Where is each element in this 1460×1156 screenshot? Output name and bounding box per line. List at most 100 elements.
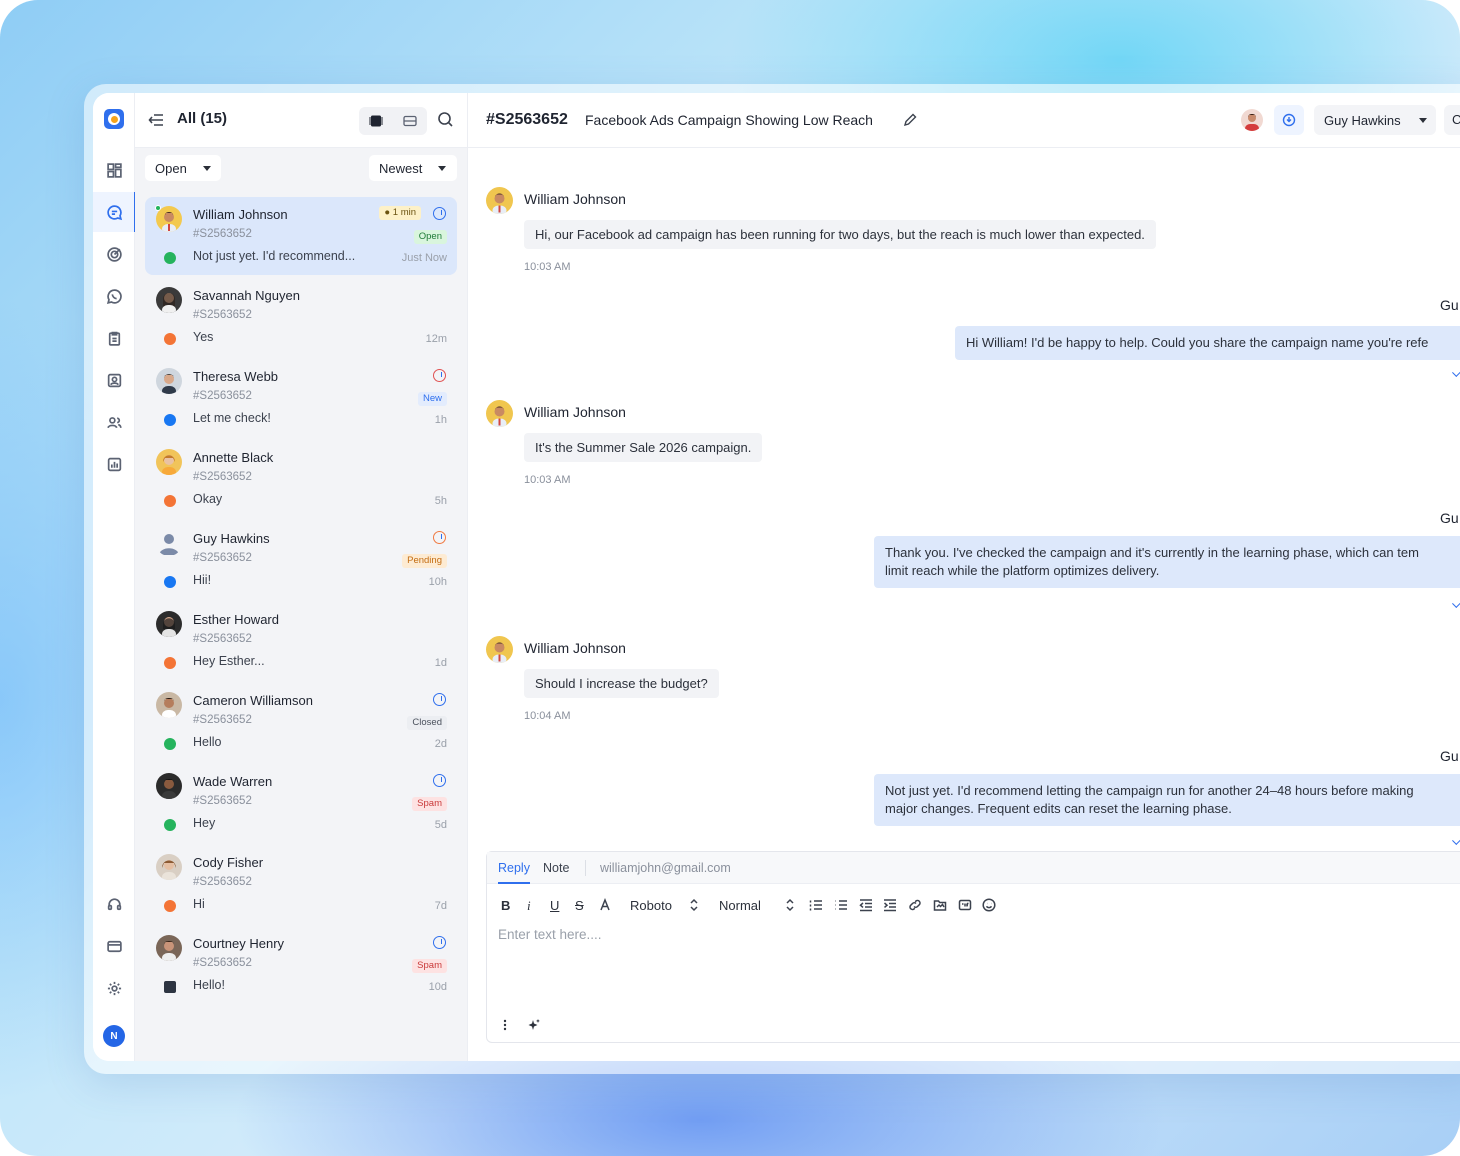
attachment-folder-icon[interactable]	[933, 898, 947, 915]
ticket-id: #S2563652	[193, 876, 252, 888]
contact-name: Guy Hawkins	[193, 531, 270, 546]
font-size-chevron-icon[interactable]	[783, 898, 797, 915]
message-input[interactable]: Enter text here....	[498, 927, 602, 942]
settings-gear-icon[interactable]	[93, 968, 135, 1008]
team-icon[interactable]	[93, 402, 135, 442]
text-color-icon[interactable]	[598, 897, 612, 915]
whatsapp-icon[interactable]	[93, 276, 135, 316]
conversation-item[interactable]: Savannah Nguyen #S2563652 Yes 12m	[145, 278, 457, 356]
ticket-id: #S2563652	[193, 471, 252, 483]
search-icon[interactable]	[437, 111, 454, 128]
card-view-icon[interactable]	[359, 107, 393, 135]
outdent-icon[interactable]	[859, 898, 873, 915]
font-family-select[interactable]: Roboto	[630, 898, 672, 913]
nav-rail: N	[93, 93, 136, 1061]
priority-icon[interactable]	[433, 531, 446, 544]
ticket-id: #S2563652	[193, 714, 252, 726]
conversation-item[interactable]: Courtney Henry #S2563652 Spam Hello! 10d	[145, 926, 457, 1004]
billing-card-icon[interactable]	[93, 926, 135, 966]
bullet-list-icon[interactable]	[834, 898, 848, 915]
assign-icon[interactable]	[433, 693, 446, 706]
sort-dropdown[interactable]: Newest	[369, 155, 457, 181]
clipboard-icon[interactable]	[93, 318, 135, 358]
assign-icon[interactable]	[433, 936, 446, 949]
link-icon[interactable]	[908, 898, 922, 915]
avatar	[156, 287, 182, 313]
contact-card-icon[interactable]	[93, 360, 135, 400]
support-headset-icon[interactable]	[93, 884, 135, 924]
gif-icon[interactable]	[958, 898, 972, 915]
conversation-item[interactable]: Annette Black #S2563652 Okay 5h	[145, 440, 457, 518]
status-filter-dropdown[interactable]: Open	[145, 155, 221, 181]
facebook-icon	[164, 576, 176, 588]
app-logo[interactable]	[104, 109, 124, 129]
edit-pencil-icon[interactable]	[903, 113, 917, 127]
conversation-item[interactable]: Guy Hawkins #S2563652 Pending Hii! 10h	[145, 521, 457, 599]
contact-name: Cameron Williamson	[193, 693, 313, 708]
message-sender: William Johnson	[524, 404, 626, 420]
recipient-email[interactable]: williamjohn@gmail.com	[600, 861, 731, 875]
more-vertical-icon[interactable]	[499, 1018, 511, 1032]
message-sender: Gu	[1440, 748, 1459, 764]
tab-note[interactable]: Note	[543, 861, 569, 875]
customer-avatar	[486, 187, 513, 214]
customer-avatar	[486, 400, 513, 427]
status-action-button[interactable]: C	[1444, 105, 1460, 135]
list-title: All (15)	[177, 110, 228, 127]
assignee-dropdown[interactable]: Guy Hawkins	[1314, 105, 1436, 135]
avatar	[156, 611, 182, 637]
ticket-subject: Facebook Ads Campaign Showing Low Reach	[585, 112, 873, 128]
tab-reply[interactable]: Reply	[498, 861, 530, 884]
reports-icon[interactable]	[93, 444, 135, 484]
font-family-chevron-icon[interactable]	[687, 898, 701, 915]
compact-view-icon[interactable]	[393, 107, 427, 135]
conversation-item[interactable]: Wade Warren #S2563652 Spam Hey 5d	[145, 764, 457, 842]
avatar	[156, 935, 182, 961]
last-message: Yes	[193, 330, 214, 344]
incoming-message: Should I increase the budget?	[524, 669, 719, 698]
underline-button[interactable]: U	[550, 898, 559, 913]
ai-sparkle-icon[interactable]	[527, 1018, 541, 1032]
chevron-down-icon	[202, 165, 211, 171]
assign-icon[interactable]	[433, 774, 446, 787]
campaign-target-icon[interactable]	[93, 234, 135, 274]
read-check-icon	[1452, 367, 1460, 377]
ticket-id: #S2563652	[193, 309, 252, 321]
message-sender: William Johnson	[524, 640, 626, 656]
message-time: 5h	[434, 495, 447, 507]
conversation-item[interactable]: Cody Fisher #S2563652 Hi 7d	[145, 845, 457, 923]
dashboard-icon[interactable]	[93, 150, 135, 190]
agent-avatar[interactable]	[1241, 109, 1263, 131]
live-chat-icon	[164, 495, 176, 507]
user-avatar[interactable]: N	[103, 1025, 125, 1047]
assign-icon[interactable]	[433, 207, 446, 220]
last-message: Hii!	[193, 573, 212, 587]
font-size-select[interactable]: Normal	[719, 898, 761, 913]
message-time: 10h	[428, 576, 447, 588]
ordered-list-icon[interactable]	[809, 898, 823, 915]
online-indicator	[155, 205, 161, 211]
formatting-toolbar: B i U S Roboto Normal	[487, 894, 1087, 918]
read-check-icon	[1452, 598, 1460, 608]
whatsapp-icon	[164, 252, 176, 264]
read-check-icon	[1452, 835, 1460, 845]
view-toggle	[359, 107, 427, 135]
strikethrough-button[interactable]: S	[575, 898, 584, 913]
collapse-menu-icon[interactable]	[147, 111, 165, 129]
conversations-icon[interactable]	[93, 192, 136, 232]
composer-tabs: Reply Note williamjohn@gmail.com	[487, 852, 1460, 884]
avatar	[156, 530, 182, 556]
status-badge: Spam	[412, 959, 447, 973]
indent-icon[interactable]	[883, 898, 897, 915]
chat-panel: #S2563652 Facebook Ads Campaign Showing …	[468, 93, 1460, 1061]
avatar	[156, 773, 182, 799]
conversation-item[interactable]: Cameron Williamson #S2563652 Closed Hell…	[145, 683, 457, 761]
alert-icon[interactable]	[433, 369, 446, 382]
conversation-item[interactable]: Esther Howard #S2563652 Hey Esther... 1d	[145, 602, 457, 680]
italic-button[interactable]: i	[527, 898, 531, 914]
ticket-info-button[interactable]	[1274, 105, 1304, 135]
emoji-icon[interactable]	[982, 898, 996, 915]
bold-button[interactable]: B	[501, 898, 510, 913]
conversation-item[interactable]: William Johnson ● 1 min #S2563652 Open N…	[145, 197, 457, 275]
conversation-item[interactable]: Theresa Webb #S2563652 New Let me check!…	[145, 359, 457, 437]
